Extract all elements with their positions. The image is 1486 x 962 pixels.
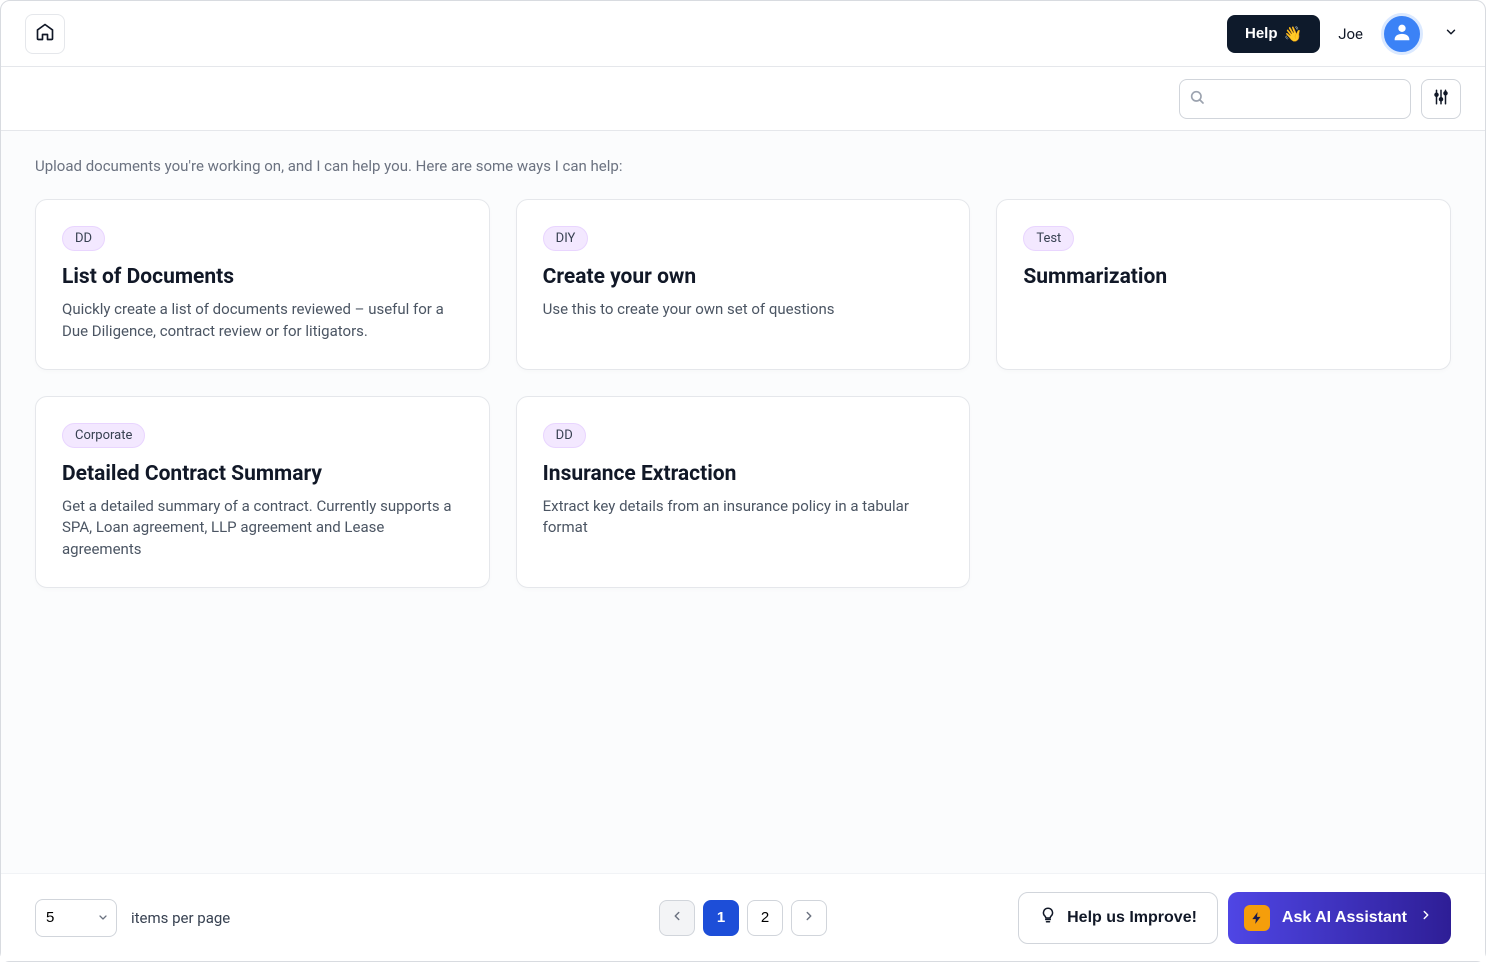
search-input[interactable] bbox=[1179, 79, 1411, 119]
footer-left: 5 items per page bbox=[35, 899, 230, 937]
template-card[interactable]: Corporate Detailed Contract Summary Get a … bbox=[35, 396, 490, 588]
template-card[interactable]: DIY Create your own Use this to create you… bbox=[516, 199, 971, 370]
intro-text: Upload documents you're working on, and … bbox=[35, 157, 1451, 175]
page-number-button[interactable]: 1 bbox=[703, 900, 739, 936]
card-description: Extract key details from an insurance po… bbox=[543, 496, 944, 540]
header-right: Help 👋 Joe bbox=[1227, 13, 1461, 55]
user-menu-toggle[interactable] bbox=[1441, 24, 1461, 44]
filter-button[interactable] bbox=[1421, 79, 1461, 119]
next-page-button[interactable] bbox=[791, 900, 827, 936]
template-card[interactable]: Test Summarization bbox=[996, 199, 1451, 370]
card-badge: DIY bbox=[543, 226, 589, 251]
username-label: Joe bbox=[1338, 25, 1363, 43]
page-size-select[interactable]: 5 bbox=[35, 899, 117, 937]
help-us-improve-label: Help us Improve! bbox=[1067, 909, 1197, 927]
cards-grid: DD List of Documents Quickly create a list… bbox=[35, 199, 1451, 588]
ask-ai-assistant-button[interactable]: Ask AI Assistant bbox=[1228, 892, 1451, 944]
items-per-page-label: items per page bbox=[131, 909, 230, 927]
help-us-improve-button[interactable]: Help us Improve! bbox=[1018, 892, 1218, 944]
template-card[interactable]: DD List of Documents Quickly create a list… bbox=[35, 199, 490, 370]
card-title: Insurance Extraction bbox=[543, 462, 944, 486]
card-title: List of Documents bbox=[62, 265, 463, 289]
ask-ai-label: Ask AI Assistant bbox=[1282, 909, 1407, 927]
pagination: 12 bbox=[659, 900, 827, 936]
user-icon bbox=[1391, 21, 1413, 47]
card-description: Quickly create a list of documents revie… bbox=[62, 299, 463, 343]
bolt-icon bbox=[1244, 905, 1270, 931]
search-input-wrap bbox=[1179, 79, 1411, 119]
sliders-icon bbox=[1432, 88, 1450, 109]
footer-right: Help us Improve! Ask AI Assistant bbox=[1018, 892, 1451, 944]
page-number-button[interactable]: 2 bbox=[747, 900, 783, 936]
chevron-down-icon bbox=[1444, 24, 1458, 43]
lightbulb-icon bbox=[1039, 906, 1057, 929]
card-description: Get a detailed summary of a contract. Cu… bbox=[62, 496, 463, 561]
search-row bbox=[1, 67, 1485, 131]
card-title: Create your own bbox=[543, 265, 944, 289]
card-badge: DD bbox=[543, 423, 586, 448]
chevron-left-icon bbox=[670, 909, 684, 927]
top-header: Help 👋 Joe bbox=[1, 1, 1485, 67]
card-badge: Test bbox=[1023, 226, 1074, 251]
chevron-right-icon bbox=[1419, 908, 1433, 927]
home-icon bbox=[35, 22, 55, 45]
card-title: Summarization bbox=[1023, 265, 1424, 289]
search-icon bbox=[1189, 89, 1205, 109]
wave-emoji: 👋 bbox=[1284, 25, 1303, 43]
template-card[interactable]: DD Insurance Extraction Extract key detail… bbox=[516, 396, 971, 588]
help-label: Help bbox=[1245, 25, 1278, 42]
card-badge: Corporate bbox=[62, 423, 145, 448]
avatar[interactable] bbox=[1381, 13, 1423, 55]
page-size-select-wrap: 5 bbox=[35, 899, 117, 937]
home-button[interactable] bbox=[25, 14, 65, 54]
card-title: Detailed Contract Summary bbox=[62, 462, 463, 486]
card-description: Use this to create your own set of quest… bbox=[543, 299, 944, 321]
main-content: Upload documents you're working on, and … bbox=[1, 131, 1485, 873]
help-button[interactable]: Help 👋 bbox=[1227, 15, 1320, 53]
prev-page-button[interactable] bbox=[659, 900, 695, 936]
card-badge: DD bbox=[62, 226, 105, 251]
chevron-right-icon bbox=[802, 909, 816, 927]
footer: 5 items per page 12 Help us Improve! bbox=[1, 873, 1485, 961]
